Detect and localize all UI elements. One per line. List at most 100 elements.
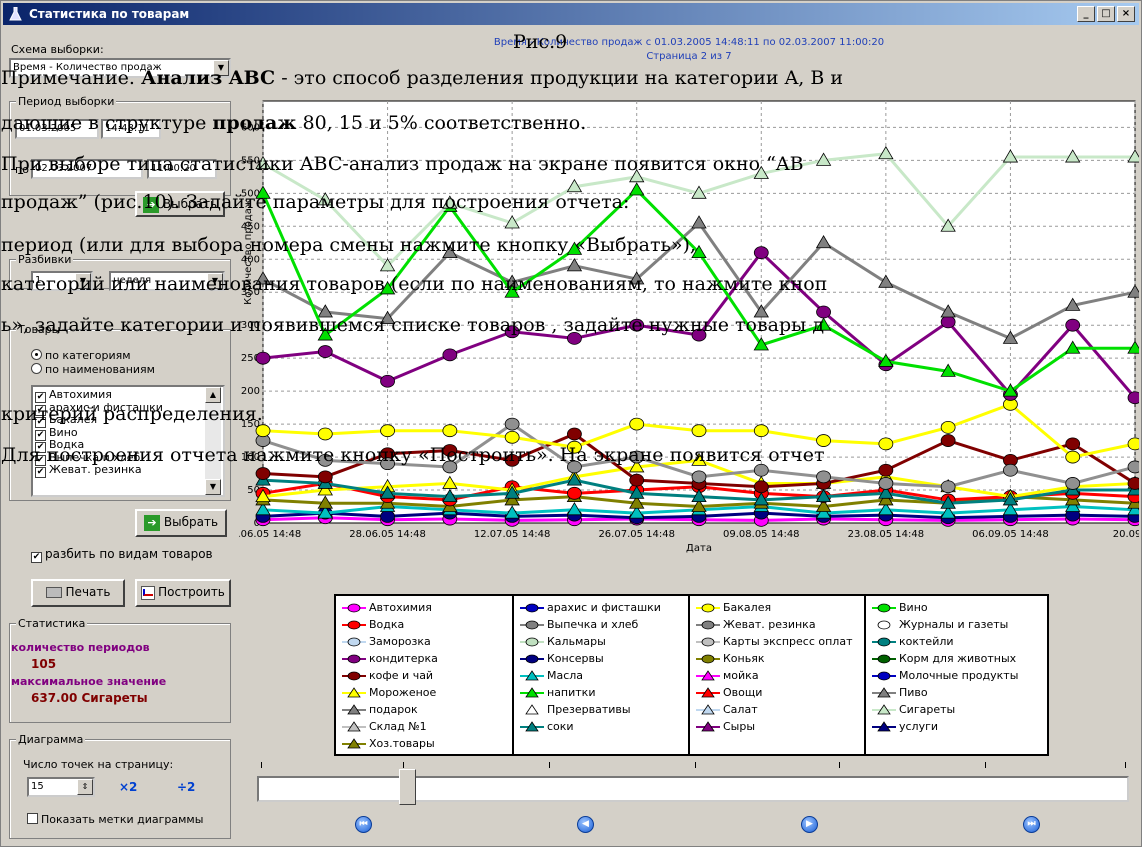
category-list[interactable]: ✔ Автохимия ✔ арахис и фисташки ✔ Бакалея ✔ Вин…	[31, 385, 225, 497]
show-labels-checkbox[interactable]: Показать метки диаграммы	[27, 813, 203, 826]
legend-marker-icon	[520, 654, 544, 663]
list-item[interactable]: ✔ Жеват. резинка	[33, 464, 223, 478]
scroll-up-icon[interactable]: ▲	[205, 387, 221, 403]
legend-marker-icon	[342, 720, 366, 731]
checkbox-icon[interactable]	[27, 813, 38, 824]
goods-select-label: Выбрать	[163, 515, 219, 529]
data-point	[753, 424, 769, 438]
period-select-button[interactable]: ➔ Выбрать	[135, 191, 225, 217]
date-to-label: по	[15, 163, 29, 176]
data-point	[816, 434, 831, 447]
data-point	[878, 437, 894, 451]
legend-entry: Корм для животных	[872, 650, 1018, 667]
legend-label: Автохимия	[369, 601, 432, 614]
legend-label: Коньяк	[723, 652, 765, 665]
legend-entry: Автохимия	[342, 599, 438, 616]
print-button[interactable]: Печать	[31, 579, 125, 607]
legend-entry: Молочные продукты	[872, 667, 1018, 684]
step-unit-select[interactable]: неделя ▼	[109, 271, 225, 291]
legend-label: Сигареты	[899, 703, 956, 716]
legend-label: Выпечка и хлеб	[547, 618, 639, 631]
time-from-field[interactable]: 14:48:11	[101, 119, 161, 139]
data-point	[629, 417, 645, 431]
checkbox-checked-icon[interactable]: ✔	[31, 552, 42, 563]
radio-icon[interactable]	[31, 349, 42, 360]
legend-label: Кальмары	[547, 635, 606, 648]
build-button[interactable]: Построить	[135, 579, 231, 607]
scheme-select[interactable]: Время - Количество продаж ▼	[9, 58, 231, 78]
maximize-button[interactable]: □	[1097, 6, 1115, 22]
legend-entry: Консервы	[520, 650, 661, 667]
last-page-button[interactable]: ⏭	[1023, 816, 1040, 833]
step-count-select[interactable]: 1 ▼	[31, 271, 93, 291]
date-to-field[interactable]: 02.03.2007	[31, 159, 143, 179]
split-label: разбить по видам товаров	[45, 547, 213, 561]
split-checkbox[interactable]: ✔ разбить по видам товаров	[31, 547, 213, 563]
time-to-field[interactable]: 11:00:20	[147, 159, 217, 179]
data-point	[816, 470, 831, 484]
chevron-down-icon[interactable]: ▼	[207, 273, 223, 289]
legend-marker-icon	[342, 654, 366, 663]
period-group: Период выборки	[9, 95, 231, 196]
chevron-down-icon[interactable]: ▼	[213, 60, 229, 76]
zoom-x2-button[interactable]: ×2	[119, 780, 137, 794]
radio-by-category[interactable]: по категориям	[31, 349, 131, 362]
radio-icon[interactable]	[31, 363, 42, 374]
title-bar[interactable]: Статистика по товарам _ □ ×	[3, 3, 1139, 25]
legend-entry: Склад №1	[342, 718, 438, 735]
minimize-button[interactable]: _	[1077, 6, 1095, 22]
data-point	[317, 427, 333, 441]
points-stepper[interactable]: 15 ⇕	[27, 777, 95, 797]
date-from-field[interactable]: 01.03.2005	[15, 119, 99, 139]
data-point	[1127, 391, 1139, 405]
data-point	[629, 450, 645, 464]
legend-entry: арахис и фисташки	[520, 599, 661, 616]
legend-marker-icon	[872, 720, 896, 731]
legend-marker-icon	[342, 737, 366, 748]
printer-icon	[45, 587, 62, 598]
radio-by-name[interactable]: по наименованиям	[31, 363, 155, 376]
chevron-down-icon[interactable]: ▼	[75, 273, 91, 289]
y-tick-label: 550	[241, 155, 260, 166]
data-point	[1065, 318, 1081, 332]
legend-marker-icon	[342, 686, 366, 697]
data-point	[255, 467, 271, 480]
time-to-value: 11:00:20	[151, 163, 196, 174]
goods-select-button[interactable]: ➔ Выбрать	[135, 509, 227, 537]
legend-marker-icon	[520, 620, 544, 629]
legend-marker-icon	[872, 654, 896, 663]
legend-entry: Кальмары	[520, 633, 661, 650]
data-point	[691, 424, 707, 438]
close-button[interactable]: ×	[1117, 6, 1135, 22]
legend-label: Бакалея	[723, 601, 772, 614]
data-point	[691, 470, 707, 484]
data-point	[629, 318, 645, 332]
data-point	[1065, 437, 1081, 451]
scroll-down-icon[interactable]: ▼	[205, 479, 221, 495]
legend-marker-icon	[696, 620, 720, 629]
legend-entry: Презервативы	[520, 701, 661, 718]
data-point	[1127, 437, 1139, 451]
data-point	[1127, 477, 1139, 490]
legend-entry: кофе и чай	[342, 667, 438, 684]
y-tick-label: 600	[241, 122, 260, 133]
next-page-button[interactable]: ▶	[801, 816, 818, 833]
prev-page-button[interactable]: ◀	[577, 816, 594, 833]
data-point	[1065, 477, 1081, 490]
x-tick-label: 14.06.05 14:48	[239, 529, 301, 540]
legend-label: коктейли	[899, 635, 954, 648]
data-point	[380, 510, 395, 523]
legend-entry: Бакалея	[696, 599, 853, 616]
page-slider-thumb[interactable]	[399, 769, 416, 805]
page-slider[interactable]	[257, 776, 1129, 802]
category-scrollbar[interactable]: ▲ ▼	[205, 387, 221, 495]
spin-icon[interactable]: ⇕	[77, 779, 93, 795]
first-page-button[interactable]: ⏮	[355, 816, 372, 833]
data-point	[940, 434, 956, 447]
y-tick-label: 200	[241, 386, 260, 397]
zoom-div2-button[interactable]: ÷2	[177, 780, 195, 794]
checkbox-checked-icon[interactable]: ✔	[35, 467, 46, 478]
x-tick-label: 12.07.05 14:48	[474, 529, 551, 540]
legend-marker-icon	[872, 686, 896, 697]
legend-entry: мойка	[696, 667, 853, 684]
